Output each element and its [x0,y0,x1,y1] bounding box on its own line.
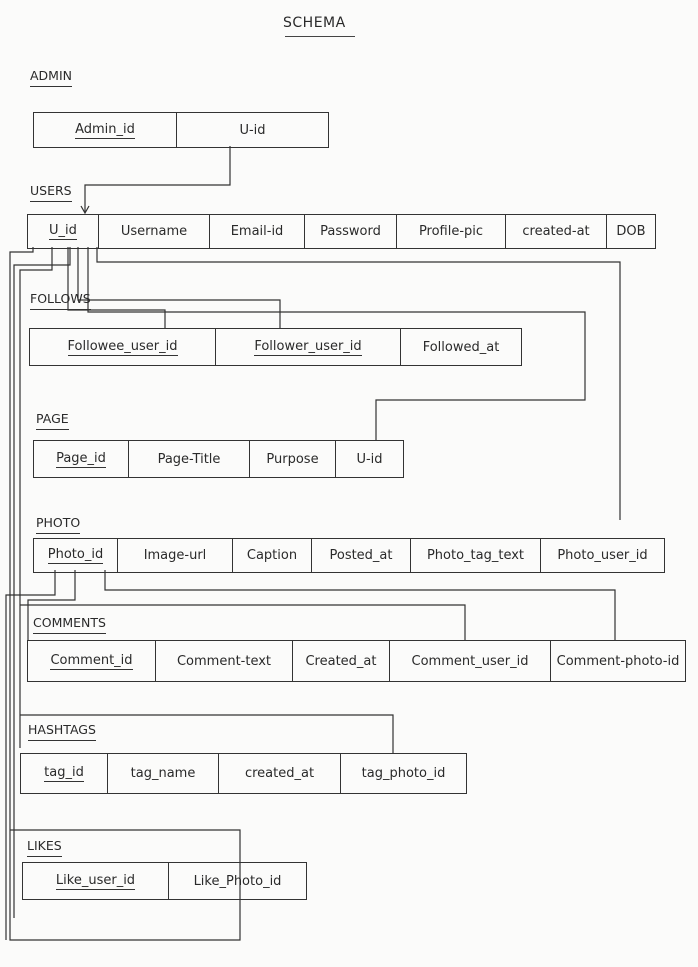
column-name: created-at [522,224,590,239]
column-name: Page_id [56,450,106,468]
column-name: Comment-photo-id [556,653,680,669]
column-name: Email-id [230,224,284,239]
link-follows-followee [67,247,166,328]
column-cell: Photo_tag_text [411,539,541,572]
table-users: U_id Username Email-id Password Profile-pic c… [27,214,656,249]
column-cell: DOB [607,215,655,248]
column-name: tag_name [130,766,196,781]
table-label-likes: LIKES [27,838,62,857]
column-cell: Caption [233,539,312,572]
column-name: Follower_user_id [254,338,362,356]
primary-key-column-cell: Page_id [34,441,129,477]
table-label-follows: FOLLOWS [30,291,91,310]
primary-key-column-cell: U_id [28,215,99,248]
column-cell: Comment-photo-id [551,641,685,681]
column-cell: Password [305,215,397,248]
link-photo-users [96,247,621,520]
primary-key-column-cell: Comment_id [28,641,156,681]
table-likes: Like_user_id Like_Photo_id [22,862,307,900]
column-name: Comment-text [176,653,272,669]
column-name: tag_photo_id [361,766,446,781]
table-follows: Followee_user_id Follower_user_id Followed… [29,328,522,366]
column-name: Created_at [305,653,377,669]
column-cell: Profile-pic [397,215,506,248]
primary-key-column-cell: Follower_user_id [216,329,401,365]
column-name: U-id [356,451,383,467]
table-label-page: PAGE [36,411,69,430]
column-cell: U-id [336,441,403,477]
table-admin: Admin_id U-id [33,112,329,148]
primary-key-column-cell: Admin_id [34,113,177,147]
column-name: Like_user_id [55,872,136,890]
column-name: Image-url [143,548,207,563]
column-cell: created_at [219,754,341,793]
column-name: U_id [49,223,77,240]
column-name: Comment_user_id [411,653,529,669]
column-cell: Posted_at [312,539,411,572]
column-cell: Like_Photo_id [169,863,306,899]
link-admin-users [84,146,231,212]
primary-key-column-cell: Photo_id [34,539,118,572]
column-name: Photo_tag_text [426,548,525,563]
column-cell: tag_photo_id [341,754,466,793]
table-hashtags: tag_id tag_name created_at tag_photo_id [20,753,467,794]
column-name: U-id [239,122,266,138]
column-cell: Photo_user_id [541,539,664,572]
column-cell: Comment_user_id [390,641,551,681]
column-name: tag_id [44,765,84,782]
column-name: Photo_user_id [557,548,648,563]
column-name: Posted_at [329,548,393,563]
table-label-photo: PHOTO [36,515,81,534]
primary-key-column-cell: Like_user_id [23,863,169,899]
column-cell: Image-url [118,539,233,572]
table-label-users: USERS [30,183,72,202]
column-cell: Purpose [250,441,336,477]
column-cell: Username [99,215,210,248]
column-name: Comment_id [50,652,133,670]
table-label-hashtags: HASHTAGS [28,722,96,741]
column-name: Username [120,224,188,239]
link-follows-follower [77,247,281,328]
column-name: Admin_id [75,121,135,139]
column-name: Followee_user_id [67,338,178,356]
column-name: Like_Photo_id [193,873,282,889]
column-name: Purpose [266,451,319,467]
column-cell: U-id [177,113,328,147]
table-label-admin: ADMIN [30,68,72,87]
table-photo: Photo_id Image-url Caption Posted_at Photo_t… [33,538,665,573]
column-cell: tag_name [108,754,219,793]
column-name: Password [320,224,381,239]
column-name: Caption [246,548,298,563]
table-label-comments: COMMENTS [33,615,106,634]
column-name: Page-Title [157,451,221,467]
column-cell: created-at [506,215,607,248]
primary-key-column-cell: tag_id [21,754,108,793]
column-name: Profile-pic [418,224,484,239]
column-cell: Created_at [293,641,390,681]
table-comments: Comment_id Comment-text Created_at Comment_… [27,640,686,682]
primary-key-column-cell: Followee_user_id [30,329,216,365]
column-name: created_at [244,766,315,781]
table-page: Page_id Page-Title Purpose U-id [33,440,404,478]
column-name: Photo_id [47,547,104,564]
column-cell: Email-id [210,215,305,248]
column-cell: Comment-text [156,641,293,681]
column-name: Followed_at [422,339,500,355]
column-name: DOB [616,224,646,239]
column-cell: Followed_at [401,329,521,365]
column-cell: Page-Title [129,441,250,477]
